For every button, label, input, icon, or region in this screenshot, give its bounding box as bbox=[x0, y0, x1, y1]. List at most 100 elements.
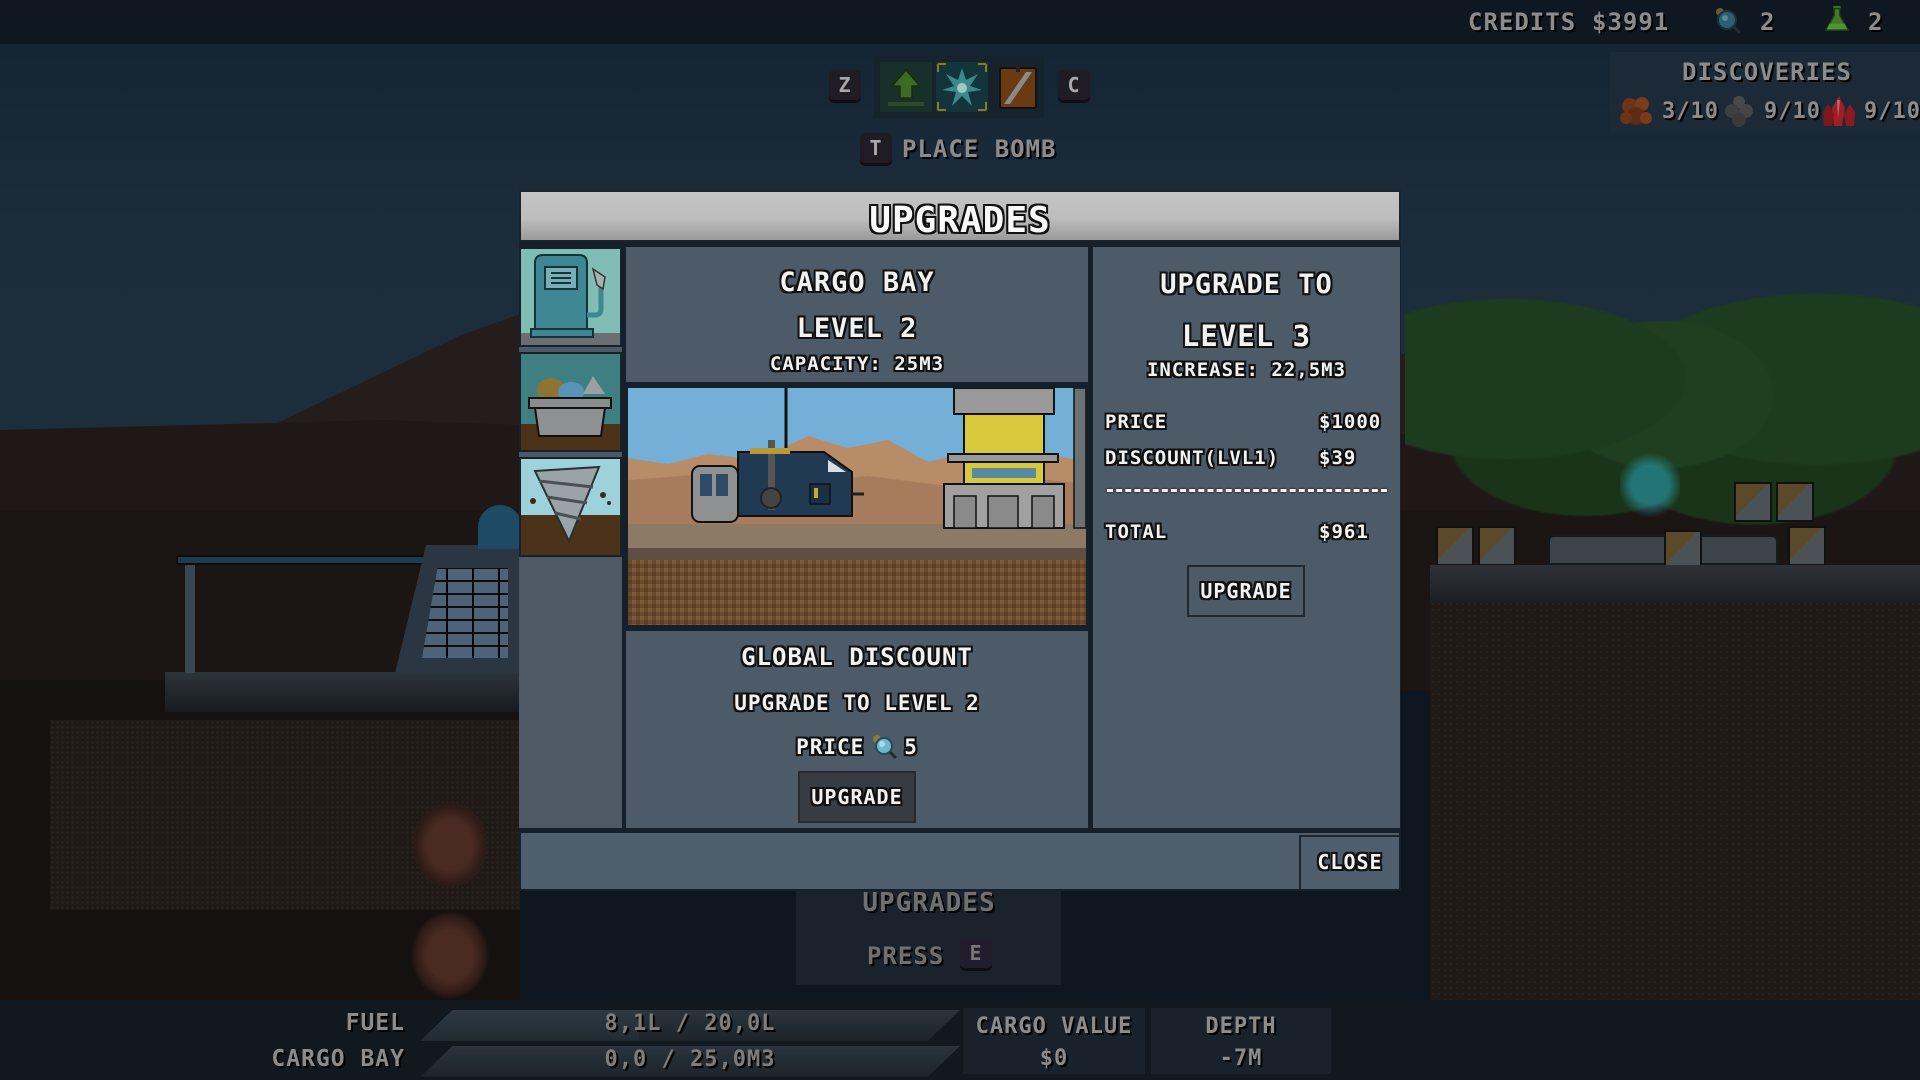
station-roof bbox=[176, 555, 428, 565]
upgrade-to-level: LEVEL 3 bbox=[1181, 319, 1312, 353]
global-discount-subtitle: UPGRADE TO LEVEL 2 bbox=[734, 691, 980, 715]
magnifier-token-icon bbox=[1716, 8, 1742, 35]
upgrades-station-prompt: UPGRADES PRESS bbox=[797, 886, 1061, 984]
tool-slot-bomb[interactable] bbox=[936, 62, 988, 112]
tab-cargo-bay[interactable] bbox=[519, 352, 622, 452]
discovery-item: 3/10 bbox=[1618, 94, 1719, 128]
upgrade-tabs bbox=[519, 247, 622, 828]
tool-selector bbox=[874, 56, 1044, 118]
discount-value: $39 bbox=[1319, 447, 1357, 469]
item-name: CARGO BAY bbox=[779, 267, 935, 298]
discovery-item: 9/10 bbox=[1820, 94, 1920, 128]
iron-ore-icon bbox=[1725, 96, 1753, 127]
cargo-bay-preview-image bbox=[626, 386, 1088, 627]
modal-title-bar: UPGRADES bbox=[519, 190, 1401, 242]
discovery-count: 3/10 bbox=[1662, 98, 1719, 124]
tool-slot-teleport[interactable] bbox=[880, 62, 932, 112]
total-value: $961 bbox=[1319, 521, 1369, 543]
item-info-panel: CARGO BAY LEVEL 2 CAPACITY: 25M3 bbox=[626, 247, 1088, 382]
explosion-bomb-icon bbox=[936, 62, 988, 112]
modal-title: UPGRADES bbox=[869, 200, 1051, 241]
crate bbox=[1478, 526, 1516, 566]
drill-icon bbox=[521, 465, 620, 555]
tab-drill[interactable] bbox=[519, 457, 622, 557]
global-discount-title: GLOBAL DISCOUNT bbox=[741, 643, 973, 671]
depth-box: DEPTH -7M bbox=[1151, 1008, 1331, 1074]
upgrades-modal: UPGRADES CARGO BAY LEVEL 2 CAPACITY: 25M… bbox=[519, 190, 1401, 891]
fuel-bar: 8,1L / 20,0L bbox=[420, 1010, 960, 1041]
upgrade-to-title: UPGRADE TO bbox=[1160, 269, 1333, 300]
global-discount-panel: GLOBAL DISCOUNT UPGRADE TO LEVEL 2 PRICE… bbox=[626, 631, 1088, 828]
underground-right bbox=[1430, 565, 1920, 1005]
price-label: PRICE bbox=[1105, 411, 1168, 433]
crate bbox=[1776, 482, 1814, 522]
global-discount-upgrade-button[interactable]: UPGRADE bbox=[798, 771, 916, 823]
prev-tool-key[interactable]: Z bbox=[829, 70, 861, 100]
discount-label: DISCOUNT(LVL1) bbox=[1105, 447, 1280, 469]
tab-fuel-tank[interactable] bbox=[519, 247, 622, 347]
item-capacity: CAPACITY: 25M3 bbox=[769, 353, 945, 375]
red-crystal-icon bbox=[1823, 96, 1855, 126]
item-level: LEVEL 2 bbox=[796, 313, 918, 344]
place-bomb-label: PLACE BOMB bbox=[902, 135, 1057, 163]
flask-count: 2 bbox=[1868, 8, 1884, 36]
crate bbox=[1734, 482, 1772, 522]
credits-value: $3991 bbox=[1592, 8, 1670, 36]
glowing-crystal bbox=[1620, 440, 1680, 530]
prompt-press-label: PRESS bbox=[867, 942, 945, 970]
modal-footer: CLOSE bbox=[521, 833, 1399, 889]
discoveries-panel: DISCOVERIES 3/10 9/10 9/10 bbox=[1610, 52, 1920, 132]
tool-slot-crate[interactable] bbox=[992, 62, 1044, 112]
price-label: PRICE bbox=[796, 735, 865, 759]
upgrade-increase: INCREASE: 22,5M3 bbox=[1146, 359, 1347, 381]
copper-ore-icon bbox=[1620, 97, 1652, 125]
prompt-title: UPGRADES bbox=[862, 888, 996, 918]
cargo-text: 0,0 / 25,0M3 bbox=[604, 1047, 776, 1072]
bottom-hud: FUEL 8,1L / 20,0L CARGO BAY 0,0 / 25,0M3… bbox=[0, 1000, 1920, 1080]
cost-divider bbox=[1107, 489, 1387, 492]
flask-icon bbox=[1824, 5, 1850, 31]
close-button[interactable]: CLOSE bbox=[1299, 835, 1399, 889]
next-tool-key[interactable]: C bbox=[1058, 70, 1090, 100]
cargo-value-box: CARGO VALUE $0 bbox=[963, 1008, 1145, 1074]
discoveries-title: DISCOVERIES bbox=[1682, 58, 1852, 86]
surface-platform-left bbox=[165, 672, 520, 712]
discovery-count: 9/10 bbox=[1864, 98, 1920, 124]
station-dome bbox=[478, 505, 522, 549]
ore-deposit bbox=[410, 800, 490, 890]
crate bbox=[1436, 526, 1474, 566]
price-value: 5 bbox=[904, 735, 918, 759]
price-value: $1000 bbox=[1319, 411, 1382, 433]
cargo-basket-icon bbox=[521, 376, 620, 450]
magnifier-token-icon bbox=[873, 735, 898, 760]
ore-deposit bbox=[410, 910, 490, 1000]
place-bomb-key[interactable]: T bbox=[860, 133, 892, 163]
discovery-count: 9/10 bbox=[1764, 98, 1821, 124]
cargo-bay-label: CARGO BAY bbox=[271, 1046, 405, 1072]
discovery-item: 9/10 bbox=[1720, 94, 1821, 128]
fuel-pump-icon bbox=[521, 254, 620, 345]
depth-label: DEPTH bbox=[1205, 1014, 1277, 1039]
depth-value: -7M bbox=[1219, 1046, 1263, 1071]
cargo-value-label: CARGO VALUE bbox=[975, 1014, 1133, 1039]
global-discount-price: PRICE 5 bbox=[626, 733, 1088, 761]
crate bbox=[1664, 530, 1702, 570]
fuel-text: 8,1L / 20,0L bbox=[604, 1011, 776, 1036]
total-label: TOTAL bbox=[1105, 521, 1168, 543]
top-hud: CREDITS $3991 2 2 bbox=[0, 0, 1920, 44]
crate-icon bbox=[999, 64, 1037, 109]
mining-vehicle-scene bbox=[628, 388, 1086, 625]
fuel-label: FUEL bbox=[345, 1010, 405, 1036]
discount-token-count: 2 bbox=[1760, 8, 1776, 36]
station-pillar bbox=[185, 565, 195, 673]
base-machine bbox=[1548, 535, 1778, 565]
upgrade-cost-panel: UPGRADE TO LEVEL 3 INCREASE: 22,5M3 PRIC… bbox=[1093, 247, 1400, 828]
credits-label: CREDITS bbox=[1468, 8, 1577, 36]
surface-platform-right bbox=[1430, 565, 1920, 603]
cargo-value: $0 bbox=[1039, 1046, 1069, 1071]
teleport-up-icon bbox=[880, 62, 932, 112]
cargo-bay-bar: 0,0 / 25,0M3 bbox=[420, 1046, 960, 1077]
upgrade-button[interactable]: UPGRADE bbox=[1187, 565, 1305, 617]
crate bbox=[1788, 526, 1826, 566]
interact-key[interactable]: E bbox=[960, 938, 992, 968]
